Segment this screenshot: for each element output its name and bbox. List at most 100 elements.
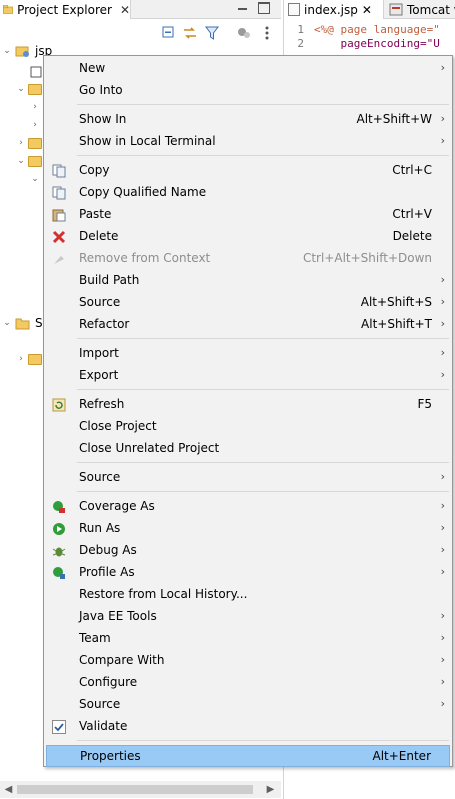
close-icon[interactable]: ✕ [362, 3, 372, 17]
menu-item-delete[interactable]: Delete Delete [46, 226, 450, 248]
menu-separator [77, 338, 449, 339]
chevron-right-icon[interactable]: › [16, 354, 26, 364]
tree-item[interactable]: ⌄ [16, 152, 42, 170]
menu-item-run-as[interactable]: Run As › [46, 518, 450, 540]
collapse-all-icon[interactable] [161, 25, 177, 41]
deployment-descriptor-icon [30, 66, 42, 78]
menu-item-new[interactable]: New › [46, 58, 450, 80]
focus-task-icon[interactable] [236, 25, 252, 41]
context-menu: New › Go Into Show In Alt+Shift+W › Show in Lo… [43, 55, 453, 767]
menu-item-paste[interactable]: Paste Ctrl+V [46, 204, 450, 226]
chevron-down-icon[interactable]: ⌄ [16, 156, 26, 166]
debug-icon [52, 544, 66, 558]
menu-item-shortcut: Ctrl+C [392, 163, 432, 177]
menu-item-label: New [79, 61, 106, 75]
tree-item[interactable]: ⌄ [16, 80, 42, 98]
close-icon[interactable]: ✕ [120, 3, 130, 17]
maximize-icon[interactable] [258, 2, 270, 14]
menu-item-build-path[interactable]: Build Path › [46, 270, 450, 292]
chevron-down-icon[interactable]: ⌄ [2, 318, 12, 328]
tab-project-explorer[interactable]: Project Explorer ✕ [0, 0, 131, 19]
menu-item-show-in[interactable]: Show In Alt+Shift+W › [46, 109, 450, 131]
tree-item-servers[interactable]: ⌄ S [2, 314, 43, 332]
tree-item[interactable]: › [16, 134, 42, 152]
tree-item[interactable]: ⌄ [30, 170, 40, 188]
menu-item-copy[interactable]: Copy Ctrl+C [46, 160, 450, 182]
chevron-right-icon: › [440, 317, 445, 330]
tree-item[interactable]: › [30, 98, 40, 116]
delete-icon [52, 230, 66, 244]
menu-item-refresh[interactable]: Refresh F5 [46, 394, 450, 416]
menu-item-label: Profile As [79, 565, 135, 579]
horizontal-scrollbar[interactable]: ◀ ▶ [0, 781, 281, 798]
tree-label: S [35, 316, 43, 330]
tree-item[interactable]: › [16, 350, 42, 368]
line-number: 1 [297, 23, 304, 36]
menu-item-copy-qualified-name[interactable]: Copy Qualified Name [46, 182, 450, 204]
menu-item-profile-as[interactable]: Profile As › [46, 562, 450, 584]
chevron-down-icon[interactable]: ⌄ [30, 174, 40, 184]
scroll-left-icon[interactable]: ◀ [0, 781, 17, 798]
code-line[interactable]: 1 <%@ page language=" [284, 23, 439, 37]
menu-separator [77, 462, 449, 463]
menu-item-java-ee-tools[interactable]: Java EE Tools › [46, 606, 450, 628]
refresh-icon [52, 398, 66, 412]
copy-icon [52, 186, 66, 200]
menu-item-go-into[interactable]: Go Into [46, 80, 450, 102]
tree-item[interactable] [30, 63, 42, 81]
menu-item-label: Refresh [79, 397, 125, 411]
menu-item-export[interactable]: Export › [46, 365, 450, 387]
menu-item-show-in-local-terminal[interactable]: Show in Local Terminal › [46, 131, 450, 153]
chevron-right-icon: › [440, 697, 445, 710]
menu-item-label: Coverage As [79, 499, 155, 513]
chevron-right-icon[interactable]: › [30, 102, 40, 112]
menu-item-debug-as[interactable]: Debug As › [46, 540, 450, 562]
menu-item-restore-from-local-history[interactable]: Restore from Local History... [46, 584, 450, 606]
menu-item-team[interactable]: Team › [46, 628, 450, 650]
link-with-editor-icon[interactable] [182, 25, 198, 41]
menu-item-close-unrelated-project[interactable]: Close Unrelated Project [46, 438, 450, 460]
menu-separator [77, 389, 449, 390]
eclipse-window: Project Explorer ✕ ⌄ jsp ⌄ › › › ⌄ ⌄ ⌄ S… [0, 0, 455, 799]
tab-index-jsp[interactable]: index.jsp ✕ [284, 0, 384, 19]
menu-item-shortcut: Alt+Shift+W [356, 112, 433, 126]
menu-item-label: Copy [79, 163, 110, 177]
menu-item-source[interactable]: Source Alt+Shift+S › [46, 292, 450, 314]
chevron-down-icon[interactable]: ⌄ [16, 84, 26, 94]
menu-item-label: Source [79, 470, 121, 484]
menu-item-label: Debug As [79, 543, 137, 557]
menu-item-coverage-as[interactable]: Coverage As › [46, 496, 450, 518]
menu-item-compare-with[interactable]: Compare With › [46, 650, 450, 672]
menu-separator [77, 104, 449, 105]
menu-item-import[interactable]: Import › [46, 343, 450, 365]
tree-item[interactable]: › [30, 116, 40, 134]
menu-item-label: Team [79, 631, 111, 645]
chevron-right-icon[interactable]: › [16, 138, 26, 148]
chevron-right-icon: › [440, 653, 445, 666]
menu-item-configure[interactable]: Configure › [46, 672, 450, 694]
minimize-icon[interactable] [237, 2, 249, 14]
chevron-right-icon[interactable]: › [30, 120, 40, 130]
menu-item-source[interactable]: Source › [46, 467, 450, 489]
filter-icon[interactable] [204, 25, 220, 41]
view-menu-icon[interactable] [259, 25, 275, 41]
menu-item-shortcut: Alt+Enter [372, 749, 431, 763]
chevron-down-icon[interactable]: ⌄ [2, 46, 12, 56]
code-line[interactable]: 2 pageEncoding="U [284, 37, 439, 51]
menu-item-shortcut: Alt+Shift+S [360, 295, 432, 309]
menu-item-refactor[interactable]: Refactor Alt+Shift+T › [46, 314, 450, 336]
menu-item-label: Go Into [79, 83, 123, 97]
tab-tomcat[interactable]: Tomcat v [385, 0, 455, 19]
chevron-right-icon: › [440, 295, 445, 308]
menu-item-close-project[interactable]: Close Project [46, 416, 450, 438]
menu-item-validate[interactable]: Validate [46, 716, 450, 738]
menu-item-source[interactable]: Source › [46, 694, 450, 716]
menu-item-label: Show in Local Terminal [79, 134, 216, 148]
chevron-right-icon: › [440, 631, 445, 644]
menu-item-label: Source [79, 697, 121, 711]
open-folder-icon [15, 318, 30, 329]
line-number: 2 [297, 37, 304, 50]
scroll-right-icon[interactable]: ▶ [262, 781, 279, 798]
scrollbar-thumb[interactable] [17, 785, 253, 794]
menu-item-properties[interactable]: Properties Alt+Enter [46, 745, 450, 767]
